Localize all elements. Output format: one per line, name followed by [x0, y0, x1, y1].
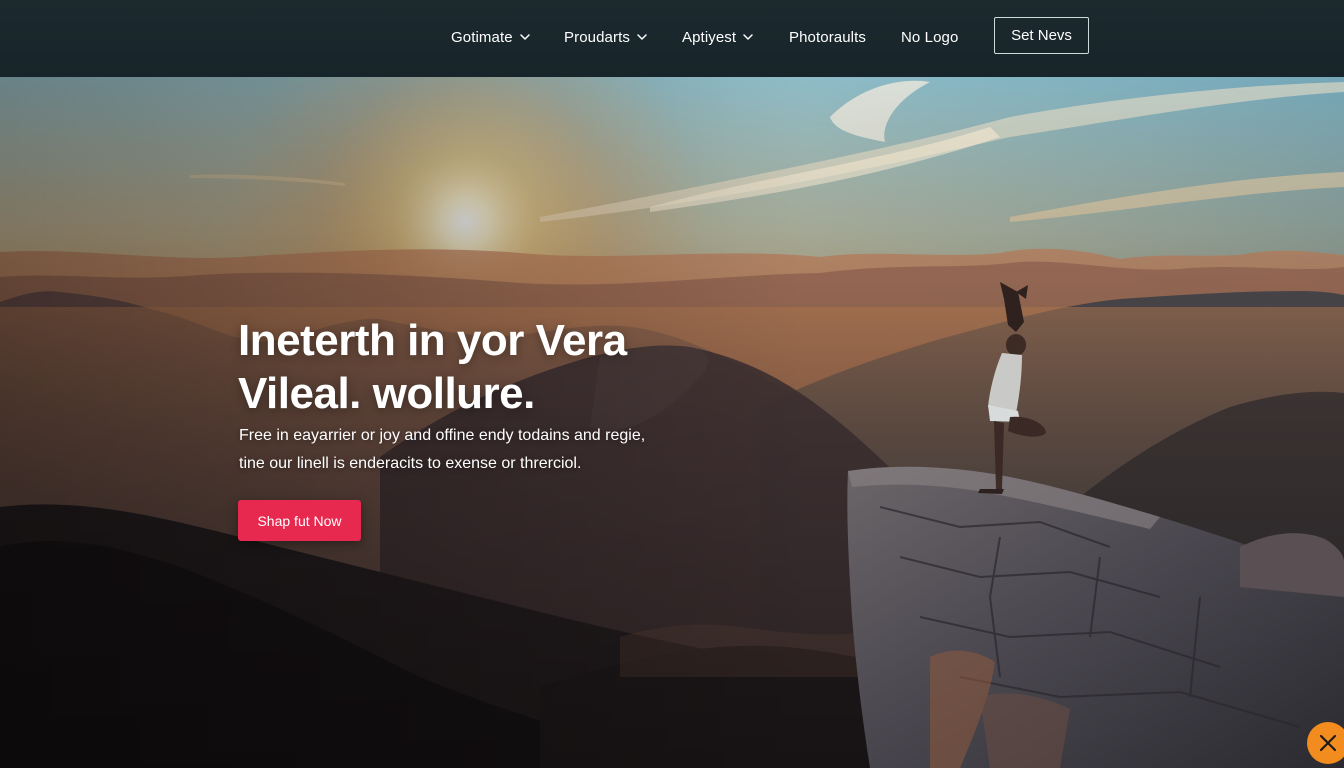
chevron-down-icon	[742, 31, 754, 43]
hero-headline: Ineterth in yor Vera Vileal. wollure.	[238, 314, 698, 420]
hero-subtext-line2: tine our linell is enderacits to exense …	[239, 455, 582, 472]
top-navigation: Gotimate Proudarts Aptiyest Photoraults …	[0, 0, 1344, 77]
nav-item-label: Proudarts	[564, 28, 630, 46]
set-news-button[interactable]: Set Nevs	[994, 17, 1089, 54]
close-icon	[1319, 734, 1337, 752]
nav-item-label: Photoraults	[789, 28, 866, 46]
close-widget-button[interactable]	[1307, 722, 1344, 764]
nav-item-label: Aptiyest	[682, 28, 737, 46]
nav-item-label: Gotimate	[451, 28, 513, 46]
nav-item-photoraults[interactable]: Photoraults	[789, 0, 866, 74]
nav-item-gotimate[interactable]: Gotimate	[451, 0, 531, 74]
hero-section: Ineterth in yor Vera Vileal. wollure. Fr…	[0, 77, 1344, 768]
nav-item-proudarts[interactable]: Proudarts	[564, 0, 648, 74]
nav-item-label: No Logo	[901, 28, 959, 46]
hero-headline-line1: Ineterth in yor Vera	[238, 316, 627, 365]
shop-now-button[interactable]: Shap fut Now	[238, 500, 361, 541]
nav-item-aptiyest[interactable]: Aptiyest	[682, 0, 754, 74]
chevron-down-icon	[519, 31, 531, 43]
hero-subtext: Free in eayarrier or joy and offine endy…	[239, 422, 669, 478]
chevron-down-icon	[636, 31, 648, 43]
hero-headline-line2: Vileal. wollure.	[238, 369, 535, 418]
hero-subtext-line1: Free in eayarrier or joy and offine endy…	[239, 427, 646, 444]
hero-background-image	[0, 77, 1344, 768]
nav-item-no-logo[interactable]: No Logo	[901, 0, 958, 74]
